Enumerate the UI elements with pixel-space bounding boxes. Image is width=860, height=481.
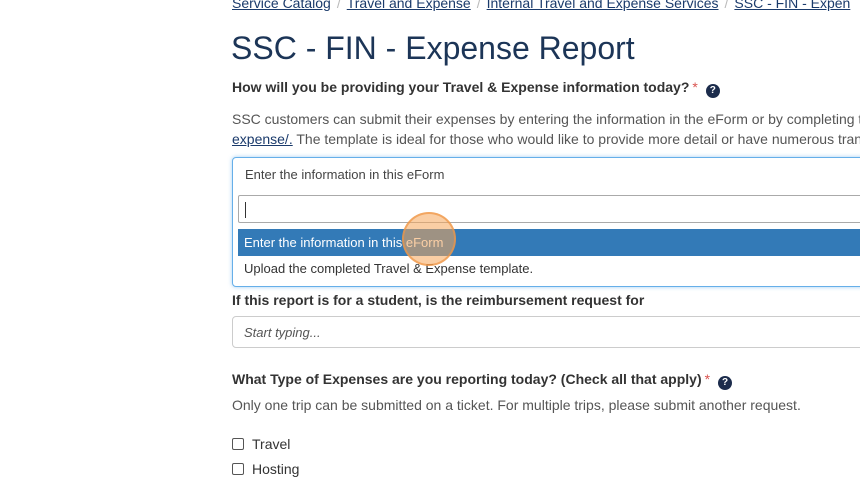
required-marker: * (704, 371, 711, 387)
provide-info-description: SSC customers can submit their expenses … (232, 109, 860, 149)
expense-link[interactable]: expense/. (232, 131, 293, 147)
provide-info-label: How will you be providing your Travel & … (232, 79, 720, 98)
expense-types-help-text: Only one trip can be submitted on a tick… (232, 397, 801, 413)
required-marker: * (692, 79, 698, 95)
breadcrumb-service-catalog[interactable]: Service Catalog (232, 0, 331, 11)
hosting-label: Hosting (252, 461, 300, 477)
select-current-value[interactable]: Enter the information in this eForm (245, 167, 444, 182)
breadcrumb-separator: / (476, 0, 481, 11)
select-search-input[interactable] (238, 195, 860, 223)
student-label: If this report is for a student, is the … (232, 292, 645, 308)
breadcrumb-separator: / (336, 0, 341, 11)
provide-info-select[interactable]: Enter the information in this eForm Ente… (232, 157, 860, 287)
breadcrumb-travel-and-expense[interactable]: Travel and Expense (347, 0, 471, 11)
student-reimbursement-input[interactable] (232, 316, 860, 348)
checkbox-row-travel[interactable]: Travel (232, 436, 290, 452)
description-line-2-text: The template is ideal for those who woul… (292, 131, 860, 147)
expense-types-label: What Type of Expenses are you reporting … (232, 371, 733, 390)
breadcrumb-separator: / (724, 0, 729, 11)
breadcrumb-current[interactable]: SSC - FIN - Expen (734, 0, 850, 11)
page-title: SSC - FIN - Expense Report (231, 30, 635, 66)
text-caret (245, 202, 246, 218)
expense-types-label-text: What Type of Expenses are you reporting … (232, 371, 702, 387)
breadcrumb-internal-travel[interactable]: Internal Travel and Expense Services (487, 0, 719, 11)
description-line-2: expense/. The template is ideal for thos… (232, 129, 860, 149)
help-icon[interactable]: ? (718, 376, 733, 390)
checkbox-row-hosting[interactable]: Hosting (232, 461, 299, 477)
travel-checkbox[interactable] (232, 438, 244, 450)
provide-info-label-text: How will you be providing your Travel & … (232, 79, 690, 95)
breadcrumb: Service Catalog / Travel and Expense / Inter… (232, 0, 850, 11)
select-option-upload-template[interactable]: Upload the completed Travel & Expense te… (238, 255, 860, 282)
click-indicator (402, 212, 456, 266)
travel-label: Travel (252, 436, 291, 452)
description-line-1: SSC customers can submit their expenses … (232, 111, 860, 127)
hosting-checkbox[interactable] (232, 463, 244, 475)
select-option-eform[interactable]: Enter the information in this eForm (238, 229, 860, 256)
help-icon[interactable]: ? (705, 84, 720, 98)
